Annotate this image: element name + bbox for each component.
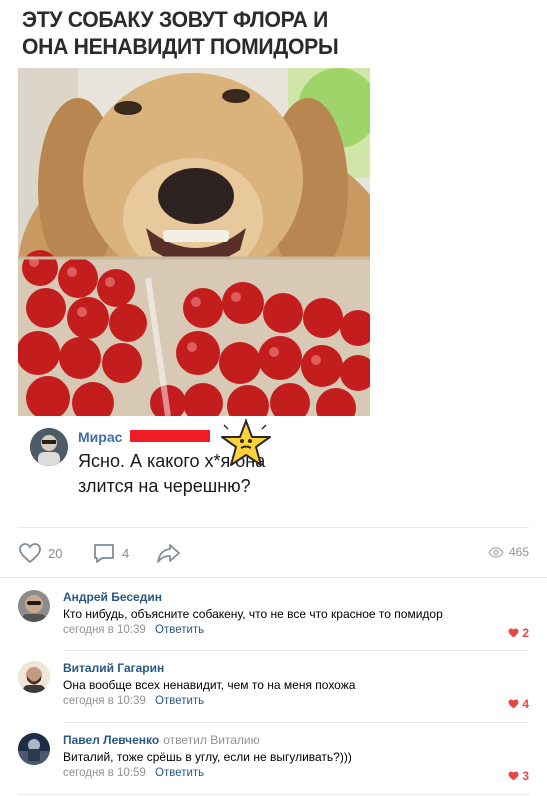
post-divider (18, 527, 529, 528)
avatar-image (18, 733, 50, 765)
comment-divider (63, 722, 529, 723)
comment-author-name[interactable]: Павел Левченко (63, 733, 159, 747)
views-counter: 465 (488, 545, 529, 559)
comment-like-count: 2 (522, 626, 529, 640)
avatar[interactable] (18, 661, 50, 693)
comment-button[interactable]: 4 (92, 542, 129, 564)
comment-like-button[interactable]: 4 (508, 697, 529, 711)
redaction-bar (130, 430, 210, 442)
comment-text: Кто нибудь, объясните собакену, что не в… (63, 607, 443, 621)
comment-like-button[interactable]: 2 (508, 626, 529, 640)
heart-filled-icon (508, 628, 519, 638)
comment-meta: сегодня в 10:39 Ответить (63, 624, 204, 636)
comment-author-name[interactable]: Виталий Гагарин (63, 661, 164, 675)
comments-bottom-divider (18, 794, 529, 795)
embedded-comment-avatar (30, 428, 68, 466)
comment-time[interactable]: сегодня в 10:39 (63, 624, 146, 636)
comment-meta: сегодня в 10:59 Ответить (63, 767, 204, 779)
embedded-comment-text: Ясно. А какого х*я она злится на черешню… (78, 449, 328, 499)
star-sticker-icon (218, 417, 274, 471)
views-count: 465 (508, 545, 529, 559)
comment-time[interactable]: сегодня в 10:59 (63, 767, 146, 779)
meme-title-line-1: ЭТУ СОБАКУ ЗОВУТ ФЛОРА И (22, 7, 328, 32)
actions-divider (0, 577, 547, 578)
comment-divider (63, 650, 529, 651)
comment-like-button[interactable]: 3 (508, 769, 529, 783)
share-arrow-icon (157, 544, 180, 563)
meme-title: ЭТУ СОБАКУ ЗОВУТ ФЛОРА И ОНА НЕНАВИДИТ П… (22, 6, 368, 60)
avatar-image (18, 590, 50, 622)
avatar[interactable] (18, 733, 50, 765)
meme-title-line-2: ОНА НЕНАВИДИТ ПОМИДОРЫ (22, 34, 339, 59)
replied-to[interactable]: ответил Виталию (163, 733, 259, 747)
embedded-comment: Мирас Ясно. А какого х*я она злится на ч… (30, 417, 350, 505)
comment-time[interactable]: сегодня в 10:39 (63, 695, 146, 707)
comment-count: 4 (122, 545, 130, 561)
like-count: 20 (48, 545, 63, 561)
heart-filled-icon (508, 699, 519, 709)
comment-item: Виталий Гагарин Она вообще всех ненавиди… (18, 657, 529, 721)
reply-button[interactable]: Ответить (155, 624, 204, 636)
embedded-comment-line-1: Ясно. А какого х*я она (78, 451, 266, 471)
comment-author-name[interactable]: Андрей Беседин (63, 590, 162, 604)
like-button[interactable]: 20 (18, 542, 62, 564)
embedded-comment-author: Мирас (78, 429, 123, 445)
comment-text: Она вообще всех ненавидит, чем то на мен… (63, 678, 356, 692)
avatar[interactable] (18, 590, 50, 622)
comment-bubble-icon (94, 544, 114, 563)
reply-button[interactable]: Ответить (155, 767, 204, 779)
comment-author[interactable]: Андрей Беседин (63, 590, 162, 604)
embedded-comment-line-2: злится на черешню? (78, 476, 251, 496)
dog-cherries-photo[interactable] (18, 68, 370, 416)
comment-author[interactable]: Виталий Гагарин (63, 661, 164, 675)
comment-item: Андрей Беседин Кто нибудь, объясните соб… (18, 586, 529, 650)
eye-icon (488, 546, 504, 558)
comment-text: Виталий, тоже срёшь в углу, если не выгу… (63, 750, 352, 764)
photo-illustration (18, 68, 370, 416)
avatar-image (18, 661, 50, 693)
share-button[interactable] (156, 542, 182, 564)
comment-item: Павел Левченко ответил Виталию Виталий, т… (18, 729, 529, 793)
heart-filled-icon (508, 771, 519, 781)
reply-button[interactable]: Ответить (155, 695, 204, 707)
heart-outline-icon (19, 543, 41, 564)
post-actions: 20 4 465 (18, 538, 529, 568)
comment-like-count: 4 (522, 697, 529, 711)
avatar-image (30, 428, 68, 466)
comment-meta: сегодня в 10:39 Ответить (63, 695, 204, 707)
comment-author[interactable]: Павел Левченко ответил Виталию (63, 733, 260, 747)
comment-like-count: 3 (522, 769, 529, 783)
